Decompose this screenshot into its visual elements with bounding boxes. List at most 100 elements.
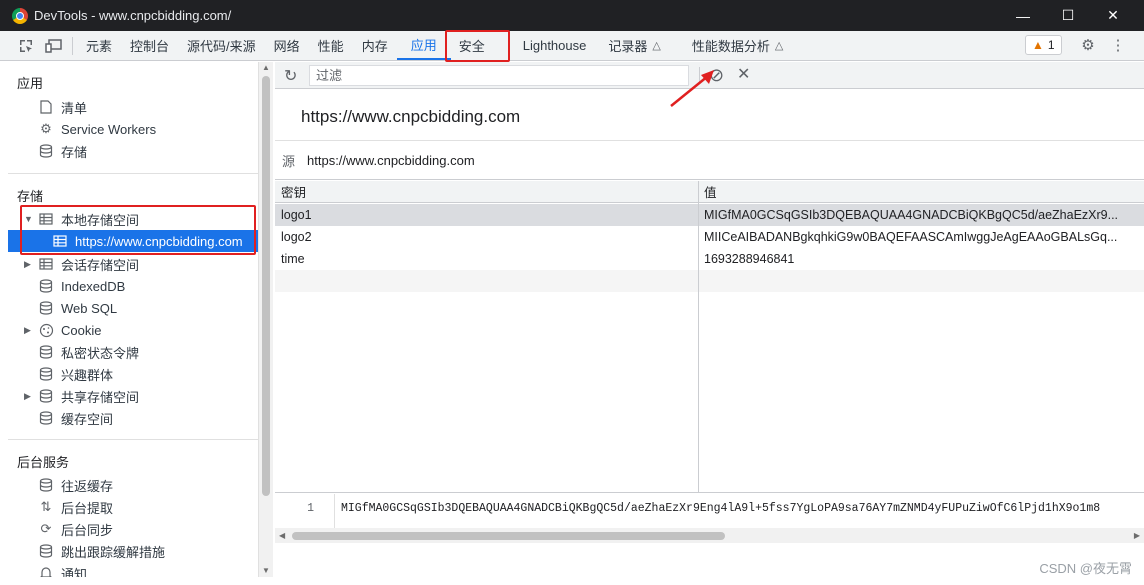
row-key[interactable]: time <box>281 252 691 266</box>
sidebar-item-service-workers[interactable]: ⚙ Service Workers <box>8 118 258 140</box>
sidebar-item-cache-storage[interactable]: 缓存空间 <box>8 407 258 429</box>
device-toolbar-icon[interactable] <box>40 32 68 60</box>
key-value-table: 密钥 值 logo1 MIGfMA0GCSqGSIb3DQEBAQUAA4GNA… <box>275 181 1144 493</box>
sidebar-scroll-thumb[interactable] <box>262 76 270 496</box>
tab-lighthouse[interactable]: Lighthouse <box>493 31 600 60</box>
settings-gear-icon[interactable]: ⚙ <box>1079 36 1097 54</box>
sidebar-item-label: 共享存储空间 <box>61 389 140 405</box>
issues-badge[interactable]: ▲ 1 <box>1025 35 1062 55</box>
maximize-button[interactable]: ☐ <box>1045 0 1091 31</box>
sidebar-item-background-fetch[interactable]: ⇅ 后台提取 <box>8 496 258 518</box>
row-key[interactable]: logo1 <box>281 208 691 222</box>
sidebar-item-web-sql[interactable]: Web SQL <box>8 297 258 319</box>
column-header-key[interactable]: 密钥 <box>281 182 691 201</box>
preview-scroll-thumb[interactable] <box>292 532 725 540</box>
application-sidebar: 应用 清单 ⚙ Service Workers 存储 存储 ▼ 本地存储空间 h… <box>8 62 258 577</box>
sidebar-item-manifest[interactable]: 清单 <box>8 96 258 118</box>
tab-memory[interactable]: 内存 <box>353 31 397 60</box>
refresh-icon[interactable]: ↻ <box>284 66 297 86</box>
close-button[interactable]: ✕ <box>1090 0 1136 31</box>
sidebar-item-label: 会话存储空间 <box>61 257 140 273</box>
sync-icon: ⟳ <box>40 521 52 536</box>
section-divider <box>8 173 258 174</box>
sidebar-item-label: 后台同步 <box>61 522 114 538</box>
section-title-storage: 存储 <box>17 189 44 204</box>
sidebar-item-local-storage[interactable]: ▼ 本地存储空间 <box>8 208 258 230</box>
sidebar-scrollbar[interactable]: ▲ ▼ <box>258 62 273 577</box>
tab-elements[interactable]: 元素 <box>77 31 121 60</box>
devtools-tab-bar: 元素 控制台 源代码/来源 网络 性能 内存 应用 安全 Lighthouse … <box>0 31 1144 61</box>
tab-security[interactable]: 安全 <box>451 31 493 60</box>
tab-recorder[interactable]: 记录器 △ <box>599 31 669 60</box>
scroll-left-arrow-icon[interactable]: ◀ <box>279 531 285 540</box>
column-divider[interactable] <box>698 181 699 492</box>
scroll-right-arrow-icon[interactable]: ▶ <box>1134 531 1140 540</box>
row-value[interactable]: MIGfMA0GCSqGSIb3DQEBAQUAA4GNADCBiQKBgQC5… <box>704 208 1124 222</box>
sidebar-item-label: 兴趣群体 <box>61 367 114 383</box>
watermark: CSDN @夜无霄 <box>1039 561 1132 576</box>
sidebar-item-label: IndexedDB <box>61 278 126 294</box>
scroll-down-arrow-icon[interactable]: ▼ <box>262 566 270 575</box>
origin-row: 源 https://www.cnpcbidding.com <box>275 140 1144 180</box>
issues-count: 1 <box>1047 38 1055 52</box>
sidebar-item-label: 跳出跟踪缓解措施 <box>61 544 166 560</box>
sidebar-item-bfcache[interactable]: 往返缓存 <box>8 474 258 496</box>
preview-horizontal-scrollbar[interactable]: ◀ ▶ <box>275 528 1144 543</box>
tab-sources[interactable]: 源代码/来源 <box>178 31 265 60</box>
sidebar-item-local-storage-origin[interactable]: https://www.cnpcbidding.com <box>8 230 258 252</box>
table-icon <box>38 211 54 227</box>
inspect-element-icon[interactable] <box>12 32 40 60</box>
table-row[interactable]: logo1 MIGfMA0GCSqGSIb3DQEBAQUAA4GNADCBiQ… <box>275 204 1144 226</box>
gears-icon: ⚙ <box>40 121 52 136</box>
tab-application[interactable]: 应用 <box>396 31 451 60</box>
sidebar-item-label: 通知 <box>61 566 88 578</box>
chrome-icon <box>12 7 28 24</box>
row-value[interactable]: 1693288946841 <box>704 252 1124 266</box>
expand-triangle-down-icon[interactable]: ▼ <box>24 214 34 224</box>
scroll-up-arrow-icon[interactable]: ▲ <box>262 63 270 72</box>
sidebar-item-interest-groups[interactable]: 兴趣群体 <box>8 363 258 385</box>
sidebar-item-indexeddb[interactable]: IndexedDB <box>8 275 258 297</box>
table-icon <box>52 233 68 249</box>
document-icon <box>38 99 54 115</box>
table-row[interactable]: logo2 MIICeAIBADANBgkqhkiG9w0BAQEFAASCAm… <box>275 226 1144 248</box>
expand-triangle-right-icon[interactable]: ▶ <box>24 391 34 402</box>
minimize-button[interactable]: — <box>1000 0 1046 31</box>
sidebar-item-bounce-tracking[interactable]: 跳出跟踪缓解措施 <box>8 540 258 562</box>
sidebar-item-notifications[interactable]: 通知 <box>8 562 258 577</box>
expand-triangle-right-icon[interactable]: ▶ <box>24 325 34 336</box>
section-divider <box>8 439 258 440</box>
sidebar-item-label: Service Workers <box>61 121 157 137</box>
table-row[interactable]: time 1693288946841 <box>275 248 1144 270</box>
sidebar-item-shared-storage[interactable]: ▶ 共享存储空间 <box>8 385 258 407</box>
origin-heading: https://www.cnpcbidding.com <box>301 107 521 126</box>
table-empty-row[interactable] <box>275 270 1144 292</box>
sidebar-item-session-storage[interactable]: ▶ 会话存储空间 <box>8 253 258 275</box>
tab-performance[interactable]: 性能 <box>309 31 353 60</box>
row-value[interactable]: MIICeAIBADANBgkqhkiG9w0BAQEFAASCAmIwggJe… <box>704 230 1124 244</box>
sidebar-item-private-state-tokens[interactable]: 私密状态令牌 <box>8 341 258 363</box>
cookie-icon <box>38 322 54 338</box>
origin-value: https://www.cnpcbidding.com <box>307 152 475 168</box>
annotation-arrow-icon <box>670 70 714 107</box>
sidebar-item-cookie[interactable]: ▶ Cookie <box>8 319 258 341</box>
tab-recorder-label: 记录器 <box>608 39 648 54</box>
delete-selected-icon[interactable]: ✕ <box>737 65 750 85</box>
tab-console[interactable]: 控制台 <box>121 31 178 60</box>
database-icon <box>38 278 54 294</box>
database-icon <box>38 366 54 382</box>
sidebar-item-storage-overview[interactable]: 存储 <box>8 140 258 162</box>
column-header-value[interactable]: 值 <box>704 182 1124 201</box>
sidebar-item-label: 存储 <box>61 144 88 160</box>
row-key[interactable]: logo2 <box>281 230 691 244</box>
sidebar-item-label: https://www.cnpcbidding.com <box>75 233 243 249</box>
filter-input[interactable] <box>309 65 689 86</box>
sidebar-item-background-sync[interactable]: ⟳ 后台同步 <box>8 518 258 540</box>
tab-network[interactable]: 网络 <box>265 31 309 60</box>
more-options-icon[interactable]: ⋮ <box>1109 36 1127 54</box>
tab-performance-insights[interactable]: 性能数据分析 △ <box>670 31 792 60</box>
tab-separator <box>72 36 73 55</box>
title-bar: DevTools - www.cnpcbidding.com/ — ☐ ✕ <box>0 0 1144 31</box>
preview-text[interactable]: MIGfMA0GCSqGSIb3DQEBAQUAA4GNADCBiQKBgQC5… <box>341 502 1100 515</box>
expand-triangle-right-icon[interactable]: ▶ <box>24 259 34 270</box>
